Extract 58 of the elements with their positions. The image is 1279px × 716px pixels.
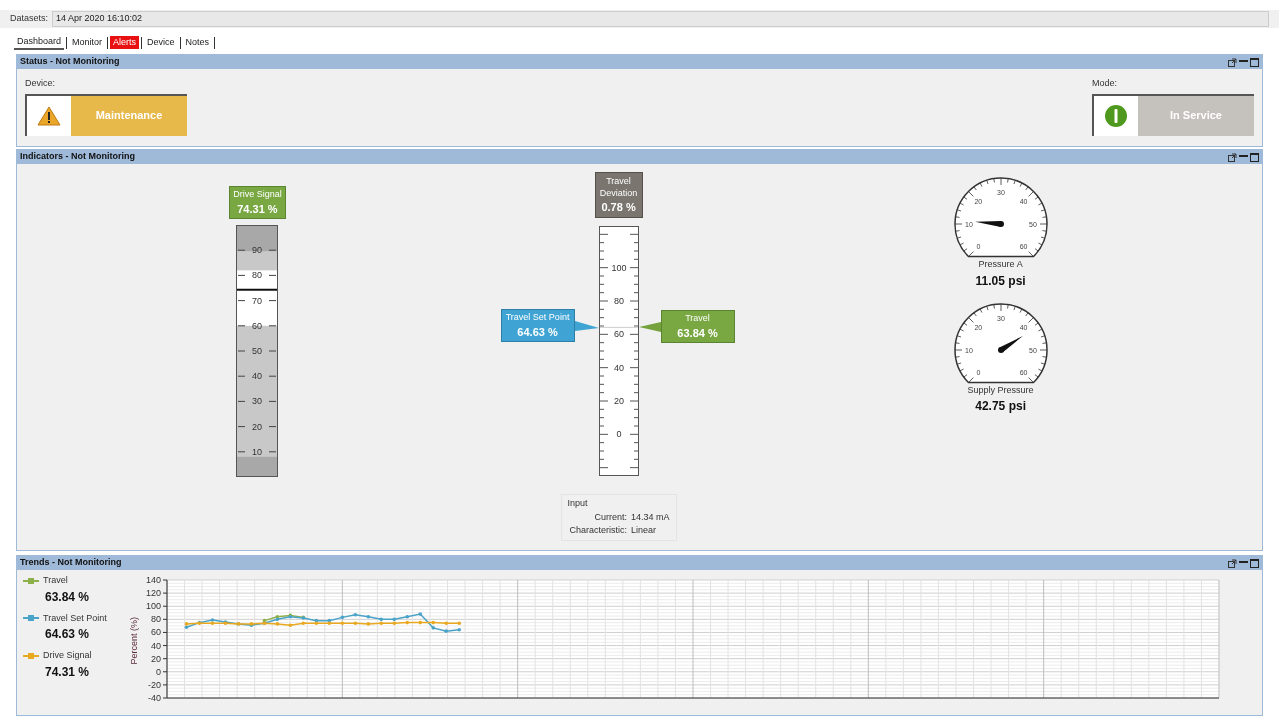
panel-title: Status - Not Monitoring	[20, 55, 120, 69]
input-title: Input	[567, 497, 589, 510]
input-field-value: Linear	[631, 524, 658, 537]
popout-icon[interactable]	[1228, 152, 1237, 162]
legend-value: 74.31 %	[44, 663, 91, 681]
datasets-field[interactable]: 14 Apr 2020 16:10:02	[52, 11, 1269, 27]
maximize-icon[interactable]	[1250, 152, 1259, 162]
popout-icon[interactable]	[1228, 57, 1237, 67]
tab[interactable]: Alerts	[110, 36, 140, 49]
badge-value: 74.31 %	[237, 202, 278, 217]
status-value: In Service	[1170, 108, 1222, 124]
y-tick-label: 140	[145, 575, 161, 585]
gauge-value: 11.05 psi	[975, 272, 1026, 290]
y-tick-label: 120	[145, 588, 161, 599]
callout-value: 63.84 %	[677, 326, 718, 342]
warning-icon	[37, 105, 61, 126]
badge-label: Travel Deviation	[598, 174, 639, 199]
legend-label: Drive Signal	[43, 649, 92, 662]
tab[interactable]: Dashboard	[14, 35, 65, 50]
popout-icon[interactable]	[1228, 558, 1237, 568]
callout-label: Travel Set Point	[505, 310, 570, 324]
gauge-value: 42.75 psi	[975, 398, 1026, 415]
panel-title: Trends - Not Monitoring	[20, 556, 122, 570]
drive-signal-bar: 90 80 70 60 50 40 30 20 10	[236, 225, 279, 477]
legend-label: Travel	[43, 574, 68, 587]
callout-value: 64.63 %	[517, 325, 558, 341]
panel-title: Indicators - Not Monitoring	[20, 150, 135, 164]
maximize-icon[interactable]	[1250, 558, 1259, 568]
datasets-label: Datasets:	[10, 12, 49, 26]
status-label: Mode:	[1092, 77, 1118, 90]
y-tick-label: 80	[150, 614, 161, 625]
y-tick-label: 0	[155, 666, 161, 677]
y-axis-label: Percent (%)	[128, 617, 140, 665]
badge-label: Drive Signal	[233, 187, 282, 201]
status-value: Maintenance	[95, 108, 163, 124]
y-tick-label: -40	[147, 693, 161, 703]
status-label: Device:	[25, 77, 56, 90]
callout-label: Travel	[685, 311, 710, 325]
travel-scale: 100 80 60 40 20 0	[598, 226, 639, 476]
gauge-label: Supply Pressure	[967, 383, 1034, 397]
maximize-icon[interactable]	[1250, 57, 1259, 67]
y-tick-label: 40	[150, 640, 161, 651]
y-axis: 140 120 100 80 60 40 20 0 -20 -40	[145, 575, 168, 703]
input-field-label: Current:	[593, 510, 628, 524]
legend-value: 63.84 %	[44, 588, 91, 606]
gauge-label: Pressure A	[978, 258, 1023, 271]
input-field-value: 14.34 mA	[631, 510, 670, 524]
tab[interactable]: Device	[144, 36, 178, 49]
y-tick-label: -20	[147, 679, 161, 690]
y-tick-label: 60	[150, 627, 161, 638]
status-ok-icon	[1104, 103, 1128, 128]
badge-value: 0.78 %	[601, 199, 636, 215]
input-field-label: Characteristic:	[569, 524, 628, 537]
legend-label: Travel Set Point	[43, 611, 107, 625]
tab[interactable]: Notes	[182, 36, 213, 49]
y-tick-label: 20	[150, 653, 161, 664]
tab[interactable]: Monitor	[69, 36, 106, 49]
y-tick-label: 100	[145, 601, 161, 612]
